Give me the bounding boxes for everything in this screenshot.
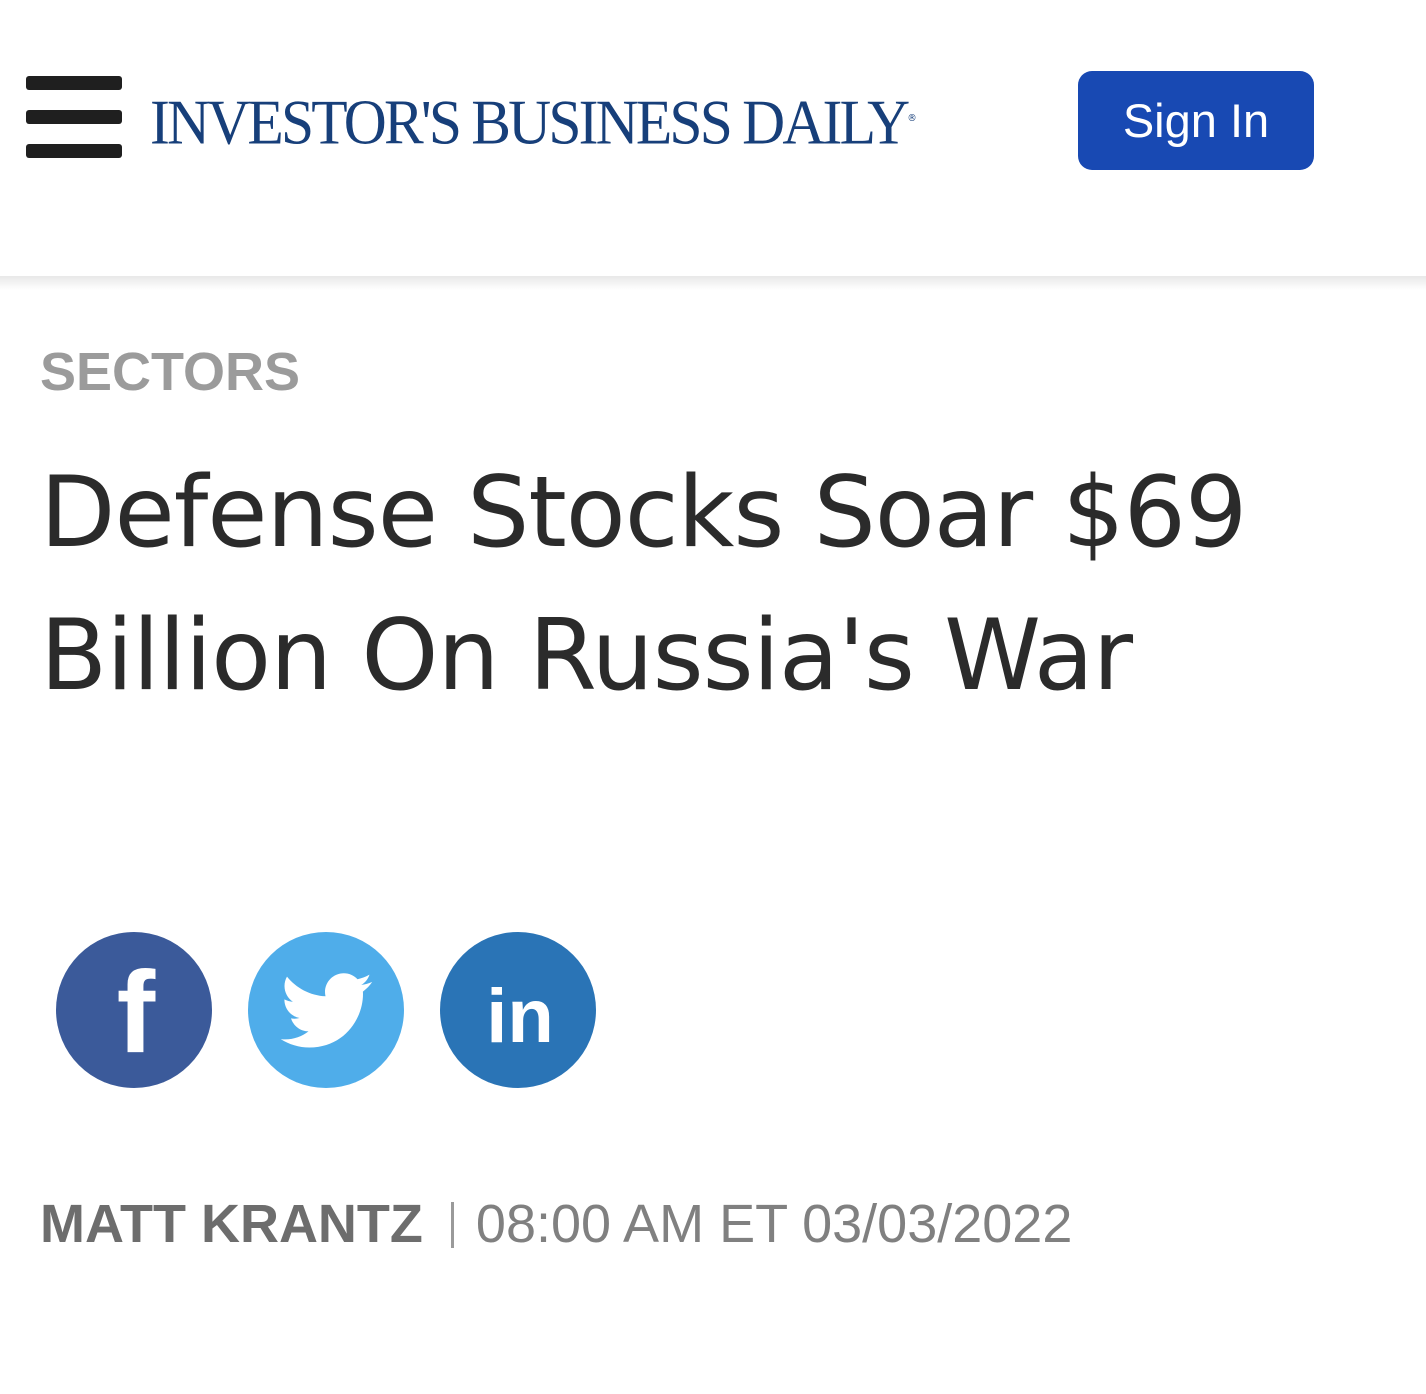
linkedin-glyph: in — [486, 974, 554, 1059]
section-label[interactable]: SECTORS — [40, 340, 300, 404]
facebook-share-button[interactable]: f — [56, 932, 212, 1088]
sign-in-button[interactable]: Sign In — [1078, 71, 1314, 170]
article-byline: MATT KRANTZ 08:00 AM ET 03/03/2022 — [40, 1192, 1072, 1256]
facebook-glyph: f — [117, 947, 156, 1077]
author-name[interactable]: MATT KRANTZ — [40, 1194, 423, 1254]
facebook-icon: f — [56, 932, 212, 1088]
article-headline: Defense Stocks Soar $69 Billion On Russi… — [40, 456, 1247, 713]
logo-registered-mark: ® — [907, 113, 917, 124]
linkedin-icon: in — [440, 932, 596, 1088]
twitter-share-button[interactable] — [248, 932, 404, 1088]
hamburger-bar — [26, 144, 122, 158]
site-logo[interactable]: INVESTOR'S BUSINESS DAILY® — [150, 84, 917, 158]
site-header: INVESTOR'S BUSINESS DAILY® Sign In — [0, 0, 1426, 276]
header-shadow — [0, 276, 1426, 290]
twitter-bird-icon — [248, 932, 404, 1088]
byline-divider — [450, 1202, 454, 1248]
publish-timestamp: 08:00 AM ET 03/03/2022 — [475, 1194, 1073, 1254]
hamburger-bar — [26, 76, 122, 90]
logo-text: INVESTOR'S BUSINESS DAILY — [150, 86, 910, 158]
hamburger-menu-icon[interactable] — [26, 76, 122, 158]
linkedin-share-button[interactable]: in — [440, 932, 596, 1088]
hamburger-bar — [26, 110, 122, 124]
